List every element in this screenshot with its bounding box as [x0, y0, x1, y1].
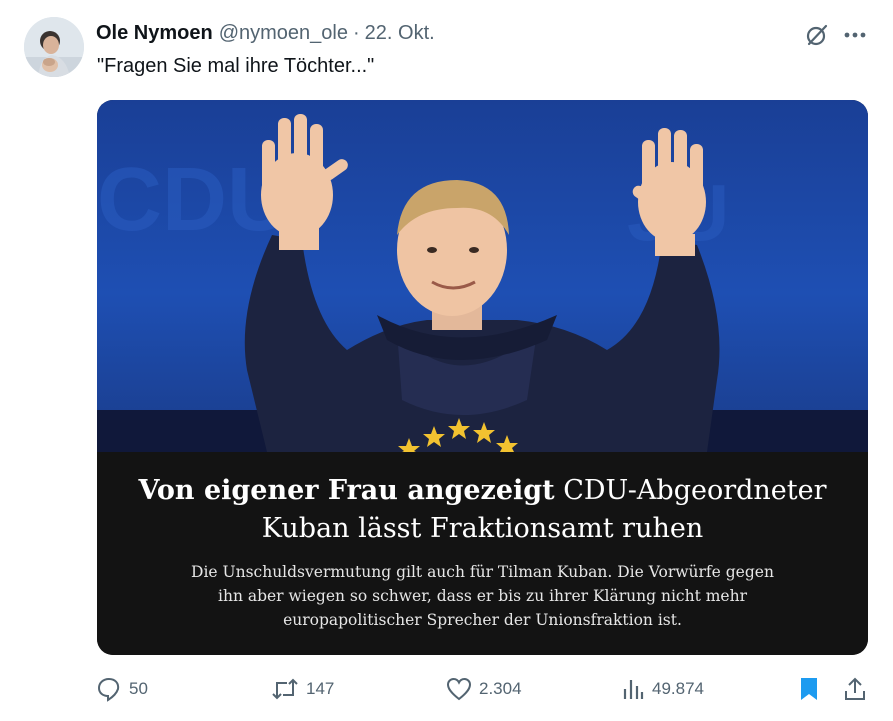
author-handle[interactable]: @nymoen_ole [219, 22, 348, 45]
views-count: 49.874 [652, 679, 704, 698]
user-avatar-photo [24, 17, 84, 77]
politician-waving-photo: CDU JU [97, 100, 868, 452]
views-icon [623, 680, 644, 699]
share-button[interactable] [843, 672, 867, 706]
separator-dot: · [352, 21, 360, 44]
card-headline: Von eigener Frau angezeigt CDU-Abgeordne… [117, 472, 848, 548]
card-subline: Die Unschuldsvermutung gilt auch für Til… [191, 563, 774, 629]
repost-count: 147 [306, 679, 335, 698]
more-button[interactable] [840, 21, 870, 49]
like-button[interactable]: 2.304 [446, 672, 522, 706]
reply-count: 50 [129, 679, 148, 698]
reply-button[interactable]: 50 [96, 672, 148, 706]
grok-button[interactable] [803, 21, 831, 49]
tweet-header: Ole Nymoen @nymoen_ole · 22. Okt. [96, 19, 776, 47]
more-icon [844, 32, 866, 38]
like-icon [446, 677, 472, 701]
action-bar: 50 147 2.304 49.874 [0, 672, 893, 706]
like-count: 2.304 [479, 679, 522, 698]
tweet-date[interactable]: 22. Okt. [365, 22, 435, 45]
card-caption: Von eigener Frau angezeigt CDU-Abgeordne… [97, 452, 868, 655]
views-button[interactable]: 49.874 [621, 672, 704, 706]
reply-icon [97, 677, 120, 702]
author-name[interactable]: Ole Nymoen [96, 22, 213, 45]
link-card[interactable]: CDU JU [97, 100, 868, 655]
repost-button[interactable]: 147 [271, 672, 334, 706]
avatar[interactable] [24, 17, 84, 77]
bookmark-icon [801, 678, 817, 700]
grok-icon [806, 24, 828, 46]
repost-icon [272, 678, 298, 700]
bookmark-button[interactable] [798, 672, 820, 706]
card-headline-bold: Von eigener Frau angezeigt [138, 475, 555, 506]
share-icon [845, 677, 865, 700]
tweet-text: "Fragen Sie mal ihre Töchter..." [97, 55, 375, 77]
